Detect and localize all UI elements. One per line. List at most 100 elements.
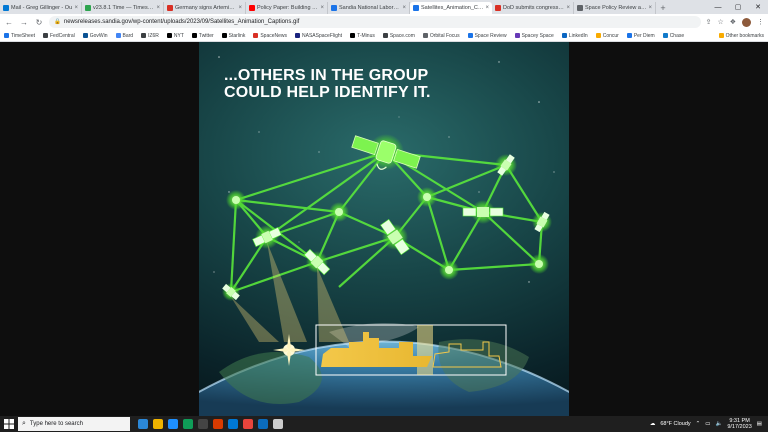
taskbar-app-icon[interactable] bbox=[138, 419, 148, 429]
bookmark-item[interactable]: Twitter bbox=[191, 32, 214, 39]
maximize-button[interactable]: ▢ bbox=[728, 3, 748, 11]
volume-icon[interactable]: 🔈 bbox=[715, 421, 722, 427]
forward-button[interactable]: → bbox=[19, 18, 29, 27]
extensions-icon[interactable]: ❖ bbox=[730, 18, 736, 26]
browser-tab[interactable]: Policy Paper: Building U.S. × bbox=[246, 2, 328, 14]
tab-close-icon[interactable]: × bbox=[566, 5, 570, 11]
notifications-icon[interactable]: ▤ bbox=[757, 421, 762, 427]
weather-text[interactable]: 68°F Cloudy bbox=[660, 421, 690, 427]
taskbar-app-icon[interactable] bbox=[258, 419, 268, 429]
taskbar-app-icon[interactable] bbox=[183, 419, 193, 429]
taskbar-app-icon[interactable] bbox=[153, 419, 163, 429]
tab-close-icon[interactable]: × bbox=[402, 5, 406, 11]
browser-tab[interactable]: Space Policy Review and S × bbox=[574, 2, 656, 14]
tab-close-icon[interactable]: × bbox=[156, 5, 160, 11]
bookmark-item[interactable]: Space.com bbox=[382, 33, 415, 39]
start-button[interactable] bbox=[0, 416, 18, 432]
bookmark-item[interactable]: NASASpaceFlight bbox=[295, 33, 342, 39]
bookmark-label: Starlink bbox=[228, 32, 246, 39]
bookmark-label: Twitter bbox=[198, 32, 214, 39]
tab-favicon-icon bbox=[167, 5, 173, 11]
browser-tab[interactable]: Germany signs Artemis Ac × bbox=[164, 2, 246, 14]
bookmark-label: Spacey Space bbox=[521, 32, 554, 39]
other-bookmarks[interactable]: Other bookmarks bbox=[718, 33, 764, 39]
reload-button[interactable]: ↻ bbox=[34, 18, 44, 27]
bookmark-item[interactable]: Chase bbox=[662, 32, 685, 39]
tab-favicon-icon bbox=[413, 5, 419, 11]
bookmark-favicon-icon bbox=[422, 33, 428, 38]
bookmark-item[interactable]: GovWin bbox=[82, 33, 108, 39]
tab-close-icon[interactable]: × bbox=[238, 5, 242, 11]
taskbar-app-icon[interactable] bbox=[243, 419, 253, 429]
bookmark-item[interactable]: Orbital Focus bbox=[422, 33, 460, 39]
minimize-button[interactable]: — bbox=[708, 4, 728, 11]
windows-taskbar: ⌕ Type here to search ☁ 68°F Cloudy ⌃ ▭ … bbox=[0, 416, 768, 432]
bookmark-favicon-icon bbox=[4, 33, 9, 38]
bookmark-item[interactable]: Spacey Space bbox=[514, 32, 554, 39]
taskbar-apps bbox=[138, 419, 283, 429]
star-icon[interactable]: ☆ bbox=[717, 18, 723, 26]
tab-favicon-icon bbox=[495, 5, 501, 11]
browser-tab[interactable]: Mail - Greg Gillinger - Ou × bbox=[0, 2, 82, 14]
taskbar-app-icon[interactable] bbox=[228, 419, 238, 429]
bookmark-favicon-icon bbox=[626, 33, 632, 38]
window-controls: — ▢ ✕ bbox=[708, 0, 768, 14]
tab-favicon-icon bbox=[577, 5, 583, 11]
lock-icon: 🔒 bbox=[54, 19, 61, 25]
menu-icon[interactable]: ⋮ bbox=[757, 18, 764, 26]
bookmark-favicon-icon bbox=[191, 33, 197, 38]
bookmark-item[interactable]: Per Diem bbox=[626, 33, 655, 39]
new-tab-button[interactable]: + bbox=[656, 2, 670, 14]
bookmark-item[interactable]: SpaceNews bbox=[253, 33, 287, 39]
bookmark-item[interactable]: Space Review bbox=[467, 33, 507, 39]
bookmarks-list: TimeSheet FedCentral GovWin Bard IZ6R NYT Twit… bbox=[4, 33, 684, 39]
taskbar-app-icon[interactable] bbox=[273, 419, 283, 429]
bookmark-label: NASASpaceFlight bbox=[302, 32, 343, 39]
tab-title: v23.8.1 Time — Timeshee bbox=[93, 5, 155, 11]
address-bar[interactable]: 🔒 newsreleases.sandia.gov/wp-content/upl… bbox=[49, 16, 701, 28]
bookmark-label: LinkedIn bbox=[568, 32, 588, 39]
bookmark-item[interactable]: LinkedIn bbox=[561, 32, 588, 39]
browser-tab[interactable]: Satellites_Animation_Capti × bbox=[410, 2, 492, 14]
tab-title: Mail - Greg Gillinger - Ou bbox=[11, 5, 73, 11]
taskbar-app-icon[interactable] bbox=[198, 419, 208, 429]
tab-close-icon[interactable]: × bbox=[74, 5, 78, 11]
bookmark-item[interactable]: Starlink bbox=[221, 32, 246, 39]
bookmark-item[interactable]: Bard bbox=[115, 33, 133, 39]
close-window-button[interactable]: ✕ bbox=[748, 3, 768, 11]
bookmark-item[interactable]: NYT bbox=[166, 33, 184, 39]
browser-tab[interactable]: DoD submits congression × bbox=[492, 2, 574, 14]
browser-tab[interactable]: Sandia National Laborator × bbox=[328, 2, 410, 14]
tab-title: Germany signs Artemis Ac bbox=[175, 5, 237, 11]
taskbar-search[interactable]: ⌕ Type here to search bbox=[18, 417, 130, 431]
network-icon[interactable]: ▭ bbox=[705, 421, 710, 427]
tab-close-icon[interactable]: × bbox=[485, 5, 489, 11]
bookmark-item[interactable]: TimeSheet bbox=[4, 33, 35, 39]
bookmark-item[interactable]: FedCentral bbox=[43, 33, 75, 39]
bookmark-favicon-icon bbox=[561, 33, 567, 38]
taskbar-app-icon[interactable] bbox=[213, 419, 223, 429]
bookmark-item[interactable]: Concur bbox=[595, 32, 619, 39]
bookmark-label: Concur bbox=[602, 32, 619, 39]
bookmark-label: TimeSheet bbox=[11, 32, 35, 39]
tab-close-icon[interactable]: × bbox=[320, 5, 324, 11]
bookmark-label: FedCentral bbox=[50, 32, 75, 39]
profile-avatar[interactable] bbox=[742, 17, 751, 27]
share-icon[interactable]: ⇪ bbox=[706, 18, 712, 26]
clock[interactable]: 9:31 PM 9/17/2023 bbox=[727, 418, 751, 430]
chevron-up-icon[interactable]: ⌃ bbox=[696, 421, 701, 427]
caption-line-1: ...OTHERS IN THE GROUP bbox=[224, 67, 429, 84]
bookmark-favicon-icon bbox=[595, 33, 601, 38]
browser-tab[interactable]: v23.8.1 Time — Timeshee × bbox=[82, 2, 164, 14]
tab-close-icon[interactable]: × bbox=[648, 5, 652, 11]
search-icon: ⌕ bbox=[22, 420, 26, 427]
bookmark-label: Chase bbox=[669, 32, 685, 39]
taskbar-app-icon[interactable] bbox=[168, 419, 178, 429]
bookmark-item[interactable]: IZ6R bbox=[141, 33, 159, 39]
animation-caption: ...OTHERS IN THE GROUP COULD HELP IDENTI… bbox=[224, 67, 554, 101]
toolbar-actions: ⇪ ☆ ❖ ⋮ bbox=[706, 17, 764, 27]
url-text: newsreleases.sandia.gov/wp-content/uploa… bbox=[63, 19, 300, 25]
back-button[interactable]: ← bbox=[4, 18, 14, 27]
bookmark-label: T-Minus bbox=[357, 32, 375, 39]
bookmark-item[interactable]: T-Minus bbox=[350, 33, 375, 39]
